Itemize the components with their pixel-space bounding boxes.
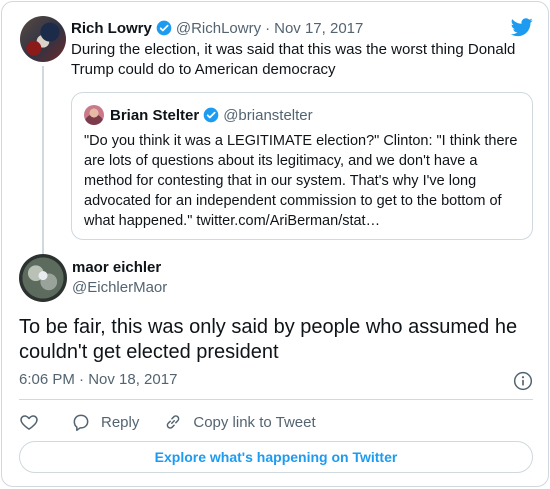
referenced-author-name[interactable]: Rich Lowry: [71, 20, 152, 37]
quoted-tweet-header: Brian Stelter @brianstelter: [110, 105, 313, 125]
quoted-tweet-text: "Do you think it was a LEGITIMATE electi…: [84, 133, 518, 229]
copy-link-button[interactable]: Copy link to Tweet: [163, 412, 316, 432]
verified-badge-icon: [203, 107, 219, 123]
explore-twitter-button[interactable]: Explore what's happening on Twitter: [19, 441, 533, 473]
maor-eichler-avatar[interactable]: [19, 254, 67, 302]
main-author-name[interactable]: maor eichler: [72, 259, 161, 276]
main-author-handle[interactable]: @EichlerMaor: [72, 279, 167, 296]
quoted-author-handle: @brianstelter: [223, 106, 313, 124]
reply-icon: [73, 414, 89, 432]
info-icon[interactable]: [513, 371, 533, 391]
copy-link-label: Copy link to Tweet: [193, 413, 316, 431]
embedded-tweet-card: Rich Lowry @RichLowry · Nov 17, 2017 Dur…: [1, 1, 549, 487]
main-tweet-timestamp[interactable]: 6:06 PM · Nov 18, 2017: [19, 371, 177, 388]
referenced-tweet-header: Rich Lowry @RichLowry · Nov 17, 2017: [71, 18, 363, 38]
referenced-tweet-text: During the election, it was said that th…: [71, 41, 516, 78]
quoted-author-name: Brian Stelter: [110, 106, 200, 124]
action-bar: Reply Copy link to Tweet: [19, 411, 316, 433]
referenced-author-handle[interactable]: @RichLowry: [176, 20, 261, 37]
brian-stelter-avatar: [84, 105, 104, 125]
link-icon: [167, 415, 180, 429]
verified-badge-icon: [156, 20, 172, 36]
referenced-tweet-date[interactable]: Nov 17, 2017: [274, 20, 363, 37]
divider: [19, 399, 533, 400]
quoted-tweet[interactable]: Brian Stelter @brianstelter "Do you thin…: [71, 92, 533, 240]
reply-button[interactable]: Reply: [71, 412, 139, 432]
like-button[interactable]: [19, 412, 39, 432]
reply-label: Reply: [101, 413, 140, 431]
header-separator: ·: [265, 19, 271, 37]
thread-connector-line: [42, 66, 44, 254]
rich-lowry-avatar[interactable]: [20, 16, 66, 62]
main-tweet-text: To be fair, this was only said by people…: [19, 316, 518, 363]
heart-icon: [20, 415, 38, 430]
twitter-bird-icon[interactable]: [510, 16, 534, 38]
